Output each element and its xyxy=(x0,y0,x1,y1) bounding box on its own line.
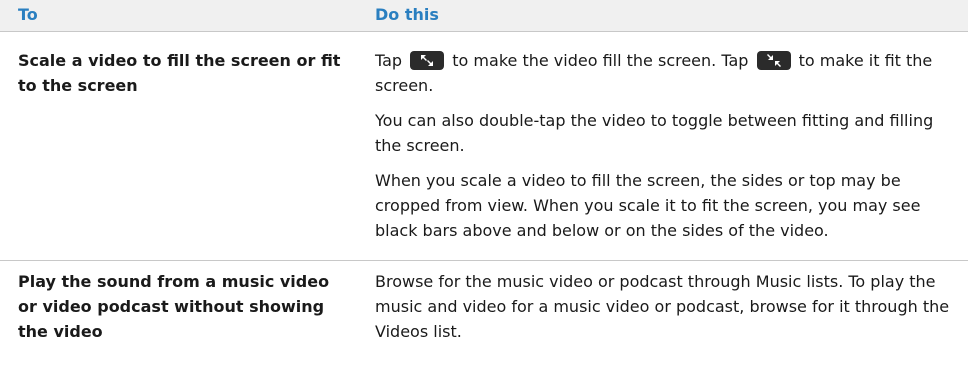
instructions: Tap to make the video fill the screen. T… xyxy=(375,48,950,253)
task-label: Play the sound from a music video or vid… xyxy=(18,272,330,341)
table-row: Play the sound from a music video or vid… xyxy=(0,261,968,382)
header-to: To xyxy=(18,5,38,24)
expand-arrows-icon xyxy=(410,51,445,70)
instruction-table: To Do this Scale a video to fill the scr… xyxy=(0,0,968,382)
instructions: Browse for the music video or podcast th… xyxy=(375,269,950,354)
header-do-this: Do this xyxy=(375,5,439,24)
instruction-paragraph: Browse for the music video or podcast th… xyxy=(375,272,950,341)
instruction-paragraph: When you scale a video to fill the scree… xyxy=(375,171,921,240)
tap-text: Tap xyxy=(375,51,403,70)
table-row: Scale a video to fill the screen or fit … xyxy=(0,32,968,261)
table-header: To Do this xyxy=(0,0,968,32)
instruction-paragraph: You can also double-tap the video to tog… xyxy=(375,111,934,155)
contract-arrows-icon xyxy=(756,51,791,70)
instruction-text: to make the video fill the screen. Tap xyxy=(452,51,749,70)
instruction-paragraph: Tap to make the video fill the screen. T… xyxy=(375,48,950,98)
task-label: Scale a video to fill the screen or fit … xyxy=(18,51,341,95)
